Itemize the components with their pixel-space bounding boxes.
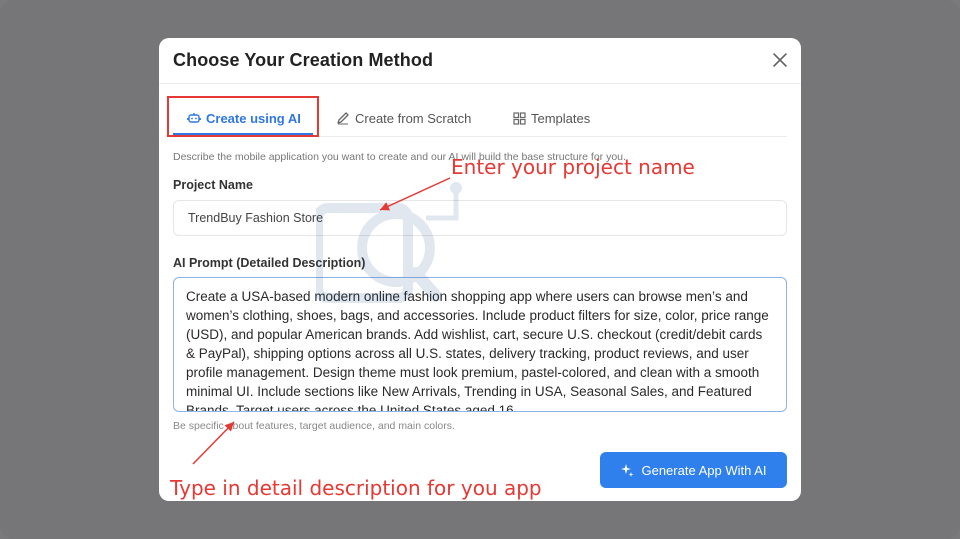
annotation-description: Type in detail description for you app <box>170 476 542 500</box>
ai-prompt-textarea[interactable]: Create a USA-based modern online fashion… <box>173 277 787 412</box>
annotation-project-name: Enter your project name <box>451 155 695 179</box>
tab-highlight-box <box>167 96 319 137</box>
project-name-label: Project Name <box>173 178 253 192</box>
ai-prompt-label: AI Prompt (Detailed Description) <box>173 256 366 270</box>
tab-create-from-scratch[interactable]: Create from Scratch <box>336 100 471 136</box>
close-button[interactable] <box>771 51 789 69</box>
grid-icon <box>513 111 526 125</box>
tab-templates[interactable]: Templates <box>513 100 590 136</box>
modal-header: Choose Your Creation Method <box>159 38 801 84</box>
modal-title: Choose Your Creation Method <box>173 50 434 70</box>
tab-label: Templates <box>531 110 591 126</box>
generate-app-label: Generate App With AI <box>641 462 767 478</box>
sparkle-icon <box>621 464 634 477</box>
pencil-icon <box>337 112 349 125</box>
generate-app-button[interactable]: Generate App With AI <box>600 452 787 488</box>
prompt-hint: Be specific about features, target audie… <box>173 420 455 432</box>
close-icon <box>773 53 787 67</box>
project-name-input[interactable]: TrendBuy Fashion Store <box>173 200 787 236</box>
tab-label: Create from Scratch <box>355 110 472 126</box>
